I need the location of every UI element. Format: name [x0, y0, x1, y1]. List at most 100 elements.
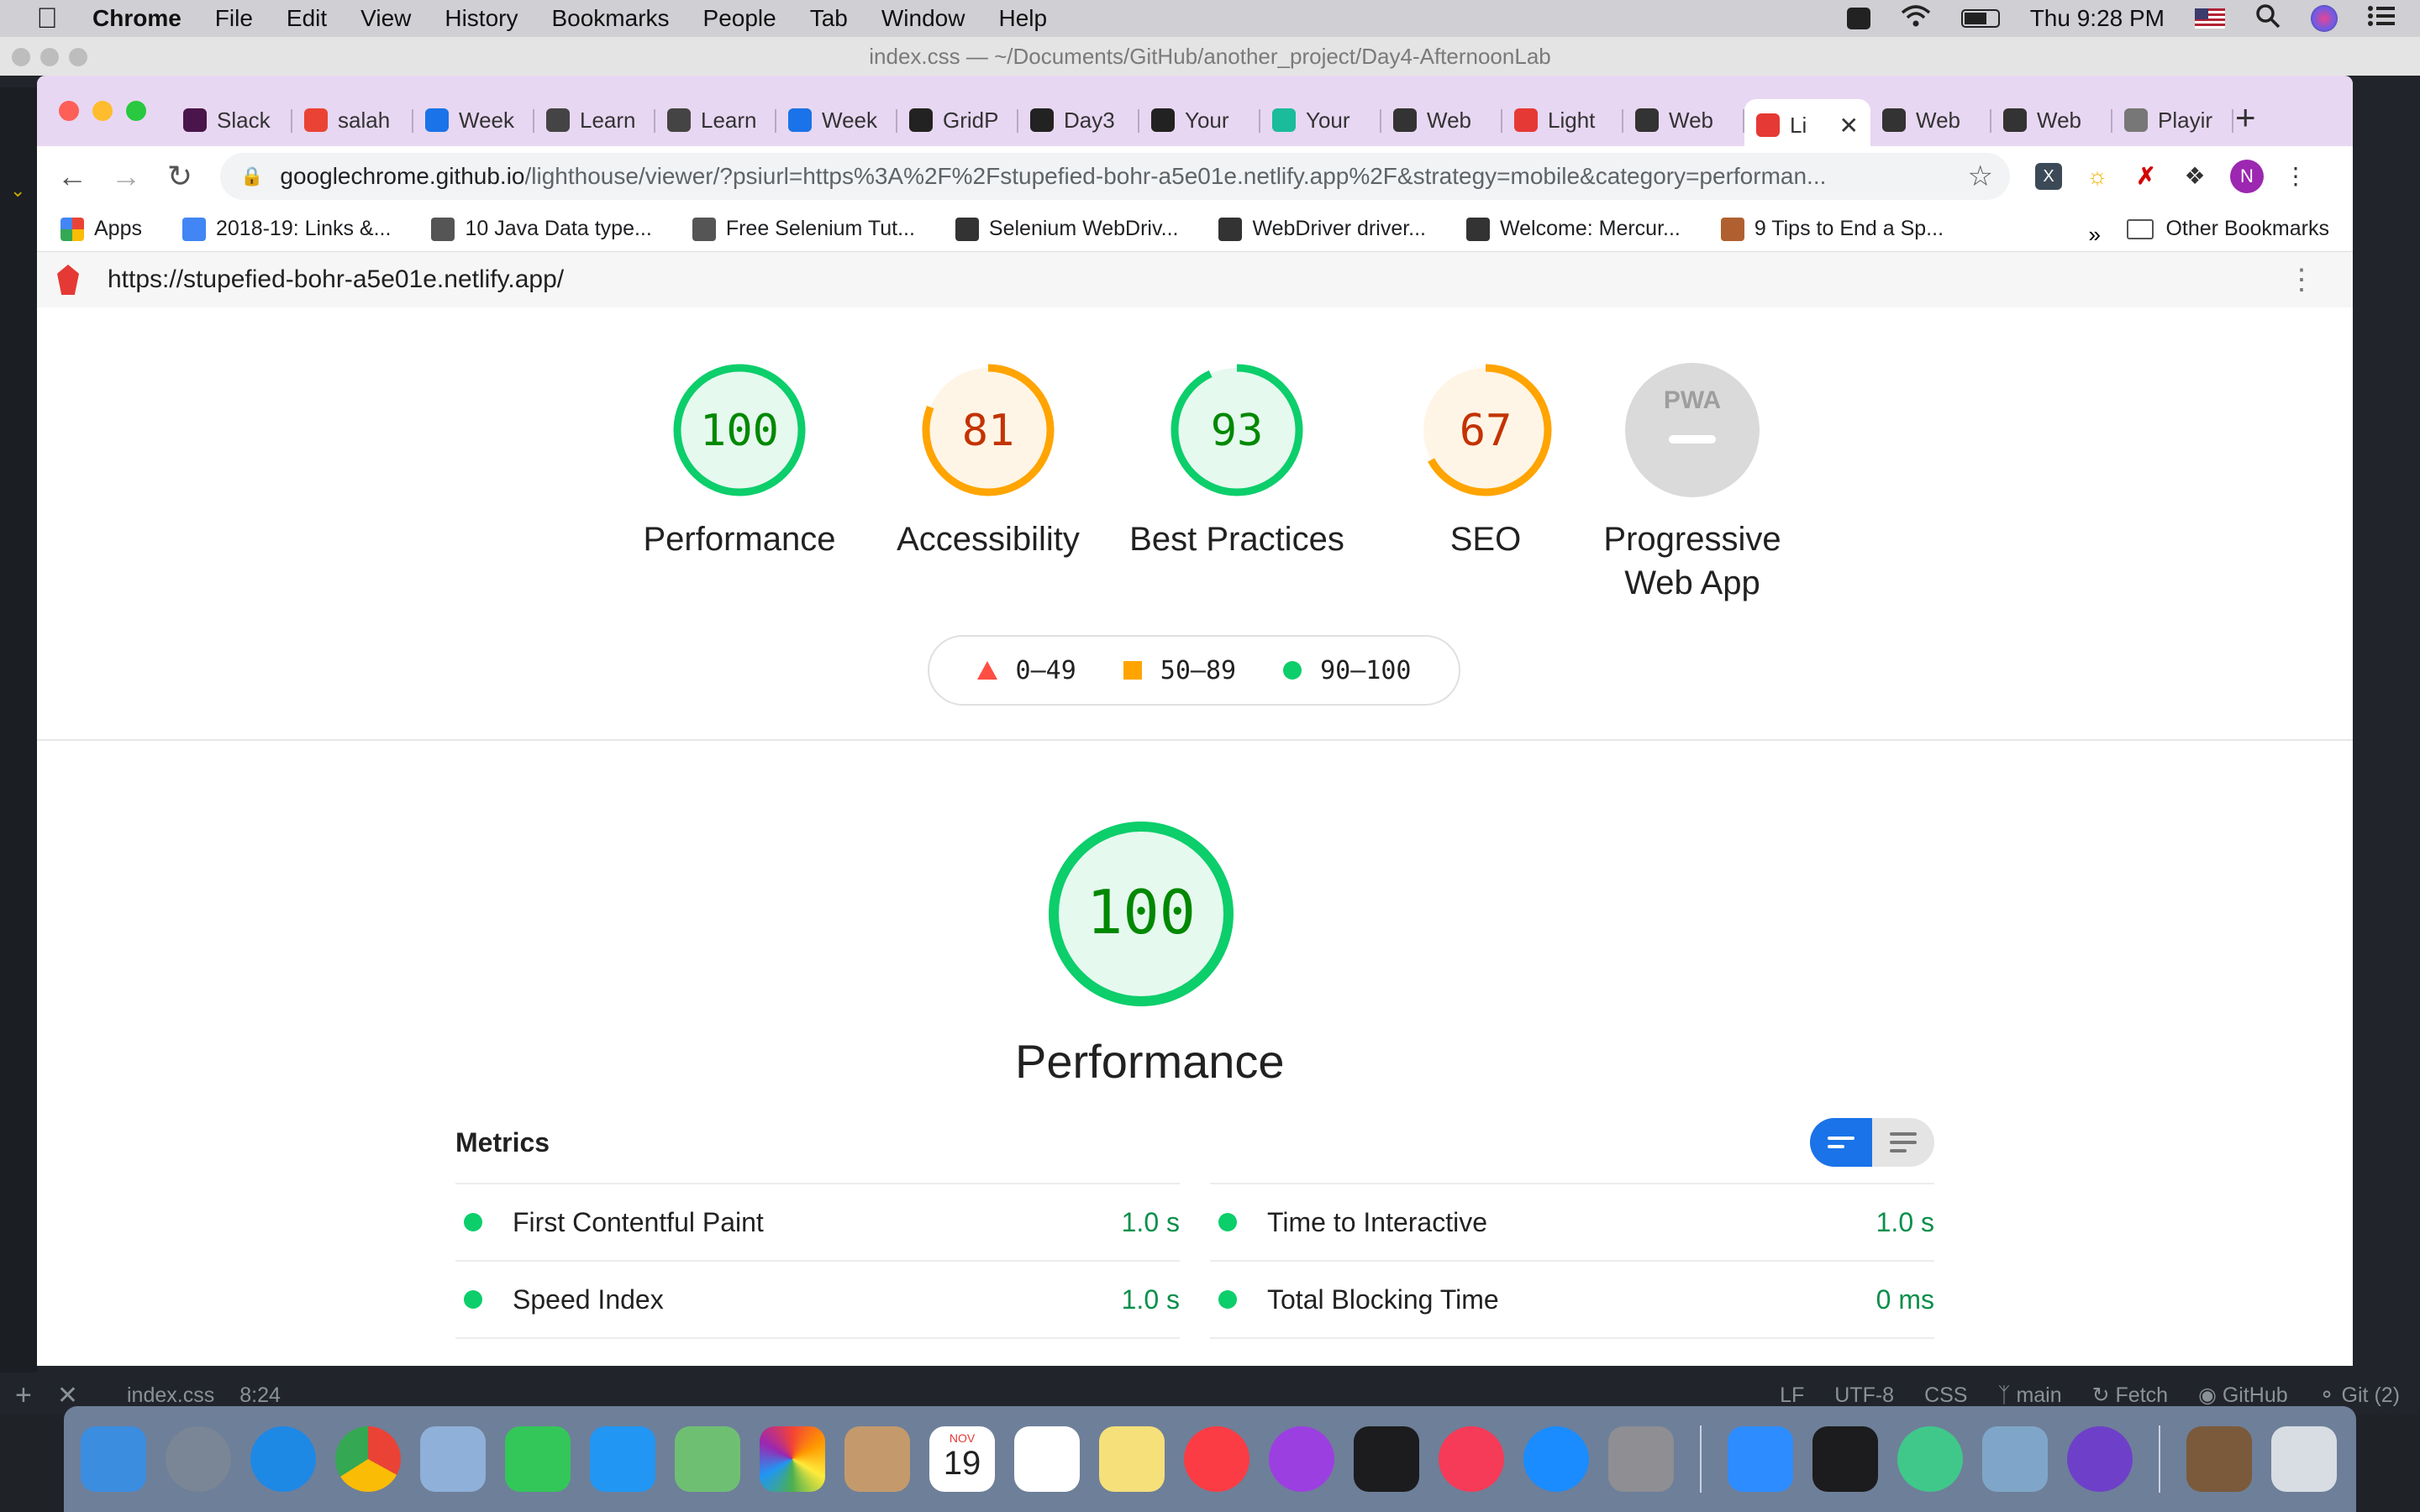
window-minimize-button[interactable]	[92, 101, 113, 121]
browser-tab[interactable]: Web	[1381, 99, 1502, 141]
chrome-menu-icon[interactable]: ⋮	[2282, 163, 2309, 190]
extension-x-icon[interactable]: X	[2035, 163, 2062, 190]
finder-icon[interactable]	[81, 1426, 146, 1492]
podcasts-icon[interactable]	[1269, 1426, 1334, 1492]
notes-icon[interactable]	[1099, 1426, 1165, 1492]
gauge-pwa[interactable]: PWA Progressive Web App	[1583, 361, 1802, 605]
spotlight-search-icon[interactable]	[2255, 3, 2281, 34]
tab-close-icon[interactable]: ✕	[1839, 112, 1859, 139]
back-arrow-icon[interactable]: ←	[45, 159, 99, 194]
tree-collapse-icon[interactable]: ⌄	[10, 180, 37, 202]
browser-tab[interactable]: Learn	[655, 99, 776, 141]
bookmark-item[interactable]: 2018-19: Links &...	[182, 217, 391, 241]
github-desktop-icon[interactable]	[2067, 1426, 2133, 1492]
calendar-icon[interactable]: NOV 19	[929, 1426, 995, 1492]
browser-tab[interactable]: Web	[1623, 99, 1744, 141]
browser-tab[interactable]: Week	[776, 99, 897, 141]
browser-tab[interactable]: GridP	[897, 99, 1018, 141]
profile-avatar[interactable]: N	[2230, 160, 2264, 193]
other-bookmarks-folder[interactable]: Other Bookmarks	[2127, 217, 2329, 241]
menu-edit[interactable]: Edit	[287, 5, 327, 32]
bookmark-item[interactable]: 9 Tips to End a Sp...	[1720, 217, 1944, 241]
news-icon[interactable]	[1439, 1426, 1504, 1492]
notification-center-icon[interactable]	[2368, 5, 2395, 33]
status-cursor-position[interactable]: 8:24	[239, 1383, 281, 1408]
status-grammar[interactable]: CSS	[1924, 1383, 1967, 1408]
terminal-icon[interactable]	[1812, 1426, 1878, 1492]
screen-record-icon[interactable]	[1846, 8, 1870, 29]
report-url[interactable]: https://stupefied-bohr-a5e01e.netlify.ap…	[108, 265, 564, 294]
status-encoding[interactable]: UTF-8	[1834, 1383, 1894, 1408]
facetime-icon[interactable]	[505, 1426, 571, 1492]
reminders-icon[interactable]	[1014, 1426, 1080, 1492]
menu-history[interactable]: History	[445, 5, 518, 32]
window-zoom-button[interactable]	[126, 101, 146, 121]
menu-app-name[interactable]: Chrome	[92, 5, 182, 32]
wifi-icon[interactable]	[1901, 4, 1931, 34]
address-bar[interactable]: 🔒 googlechrome.github.io/lighthouse/view…	[220, 153, 2010, 200]
status-github[interactable]: ◉ GitHub	[2198, 1383, 2288, 1408]
status-file-name[interactable]: index.css	[127, 1383, 214, 1408]
gauge-seo[interactable]: 67 SEO	[1376, 361, 1595, 561]
lock-icon[interactable]: 🔒	[240, 165, 263, 187]
browser-tab[interactable]: Web	[1991, 99, 2112, 141]
apple-menu-icon[interactable]: 	[30, 2, 64, 35]
menu-view[interactable]: View	[360, 5, 411, 32]
editor-zoom-button[interactable]	[69, 48, 87, 66]
messages-icon[interactable]	[590, 1426, 655, 1492]
browser-tab[interactable]: Your	[1139, 99, 1260, 141]
trash-icon[interactable]	[2271, 1426, 2337, 1492]
browser-tab[interactable]: salah	[292, 99, 413, 141]
report-menu-icon[interactable]: ⋮	[2287, 263, 2316, 297]
bookmark-item[interactable]: 10 Java Data type...	[431, 217, 652, 241]
browser-tab[interactable]: Day3	[1018, 99, 1139, 141]
bookmark-item[interactable]: Welcome: Mercur...	[1466, 217, 1681, 241]
gauge-accessibility[interactable]: 81 Accessibility	[879, 361, 1097, 561]
browser-tab[interactable]: Week	[413, 99, 534, 141]
bookmark-item[interactable]: Selenium WebDriv...	[955, 217, 1178, 241]
music-icon[interactable]	[1184, 1426, 1249, 1492]
gauge-performance[interactable]: 100 Performance	[630, 361, 849, 561]
reload-icon[interactable]: ↻	[153, 159, 207, 194]
status-git[interactable]: ⚬ Git (2)	[2318, 1383, 2400, 1408]
extension-red-x-icon[interactable]: ✗	[2133, 163, 2160, 190]
expanded-view-button[interactable]	[1872, 1118, 1934, 1167]
compact-view-button[interactable]	[1810, 1118, 1872, 1167]
window-close-button[interactable]	[59, 101, 79, 121]
editor-close-button[interactable]	[12, 48, 30, 66]
safari-icon[interactable]	[250, 1426, 316, 1492]
menu-window[interactable]: Window	[881, 5, 965, 32]
siri-icon[interactable]	[2311, 5, 2338, 32]
new-tab-button[interactable]: +	[2235, 97, 2256, 138]
browser-tab[interactable]: Learn	[534, 99, 655, 141]
bookmark-item[interactable]: Free Selenium Tut...	[692, 217, 915, 241]
browser-tab[interactable]: Li ✕	[1744, 99, 1870, 151]
image-viewer-icon[interactable]	[1982, 1426, 2048, 1492]
menu-bookmarks[interactable]: Bookmarks	[551, 5, 669, 32]
menu-tab[interactable]: Tab	[810, 5, 848, 32]
browser-tab[interactable]: Your	[1260, 99, 1381, 141]
zoom-icon[interactable]	[1728, 1426, 1793, 1492]
us-flag-icon[interactable]	[2195, 8, 2225, 29]
status-branch[interactable]: ᛉ main	[1997, 1383, 2061, 1408]
metrics-view-toggle[interactable]	[1810, 1118, 1934, 1167]
gauge-best-practices[interactable]: 93 Best Practices	[1128, 361, 1346, 561]
maps-icon[interactable]	[675, 1426, 740, 1492]
browser-tab[interactable]: Web	[1870, 99, 1991, 141]
photo-stack-icon[interactable]	[2186, 1426, 2252, 1492]
menu-clock[interactable]: Thu 9:28 PM	[2030, 5, 2165, 32]
system-preferences-icon[interactable]	[1608, 1426, 1674, 1492]
status-line-ending[interactable]: LF	[1780, 1383, 1804, 1408]
battery-icon[interactable]	[1960, 9, 2000, 28]
browser-tab[interactable]: Light	[1502, 99, 1623, 141]
bookmark-item[interactable]: WebDriver driver...	[1218, 217, 1426, 241]
bookmark-star-icon[interactable]: ☆	[1968, 160, 1993, 193]
photos-icon[interactable]	[760, 1426, 825, 1492]
app-store-icon[interactable]	[1523, 1426, 1589, 1492]
extensions-puzzle-icon[interactable]: ❖	[2181, 163, 2208, 190]
tv-icon[interactable]	[1354, 1426, 1419, 1492]
browser-tab[interactable]: Playir	[2112, 99, 2233, 141]
menu-help[interactable]: Help	[998, 5, 1047, 32]
bookmark-item[interactable]: Apps	[60, 217, 142, 241]
menu-people[interactable]: People	[703, 5, 776, 32]
